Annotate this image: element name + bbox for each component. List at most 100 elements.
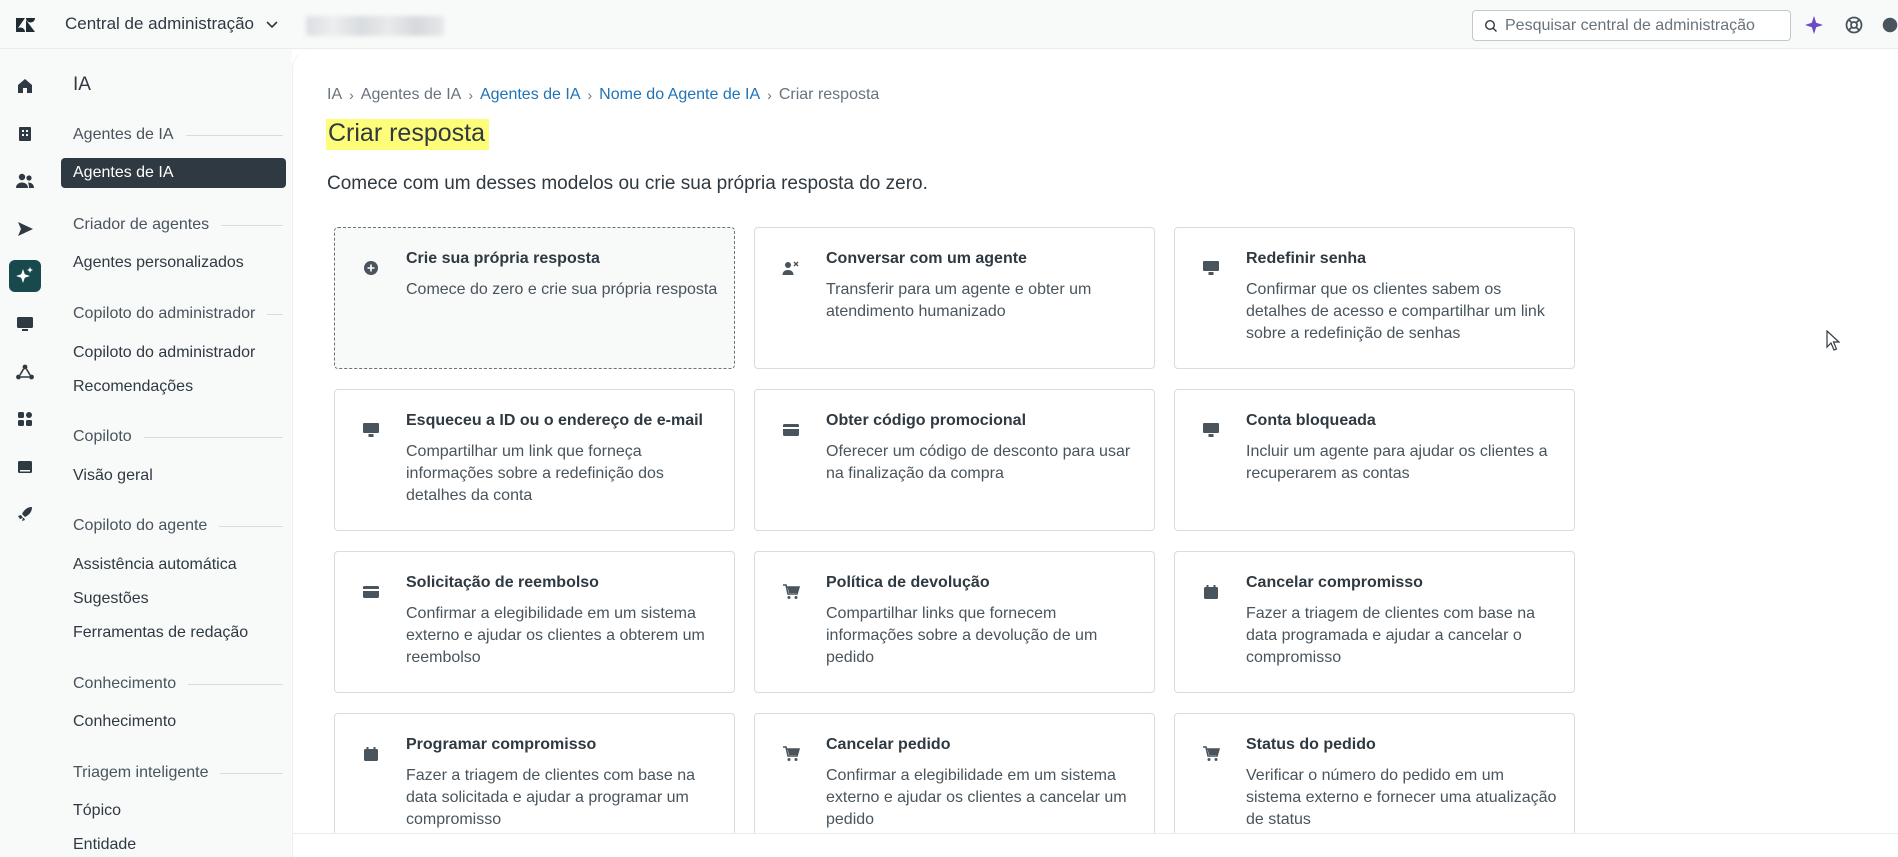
card-description: Oferecer um código de desconto para usar… bbox=[826, 443, 1131, 482]
search-input[interactable] bbox=[1505, 16, 1775, 35]
mouse-cursor-icon bbox=[1826, 330, 1840, 351]
cart-icon bbox=[782, 745, 800, 763]
card-description: Compartilhar links que fornecem informaç… bbox=[826, 605, 1098, 666]
profile-icon[interactable] bbox=[1882, 14, 1898, 36]
building-icon bbox=[19, 127, 31, 141]
breadcrumb-current: Criar resposta bbox=[778, 86, 880, 103]
ai-sparkle-icon bbox=[16, 267, 33, 283]
agent-transfer-icon bbox=[782, 259, 800, 277]
server-icon bbox=[18, 461, 32, 473]
card-description: Fazer a triagem de clientes com base na … bbox=[1246, 605, 1536, 666]
apps-icon bbox=[18, 412, 32, 426]
template-card-refund-request[interactable]: Solicitação de reembolso Confirmar a ele… bbox=[334, 551, 735, 693]
card-title: Status do pedido bbox=[1246, 736, 1376, 753]
page-subtitle: Comece com um desses modelos ou crie sua… bbox=[327, 173, 928, 194]
sparkle-icon[interactable] bbox=[1803, 14, 1825, 36]
breadcrumb-ia[interactable]: IA bbox=[327, 86, 342, 104]
card-description: Confirmar que os clientes sabem os detal… bbox=[1246, 281, 1545, 342]
monitor-icon bbox=[17, 317, 33, 331]
nav-section-ai-agents: Agentes de IA bbox=[73, 126, 283, 144]
chevron-right-icon: › bbox=[587, 87, 593, 103]
nav-item-auto-assist[interactable]: Assistência automática bbox=[73, 556, 237, 574]
monitor-icon bbox=[1202, 259, 1220, 277]
home-icon bbox=[18, 79, 32, 93]
nav-item-recommendations[interactable]: Recomendações bbox=[73, 378, 193, 396]
chevron-right-icon: › bbox=[468, 87, 473, 103]
triangle-arrows-icon bbox=[16, 364, 34, 380]
template-card-promo-code[interactable]: Obter código promocional Oferecer um cód… bbox=[754, 389, 1155, 531]
template-card-cancel-appointment[interactable]: Cancelar compromisso Fazer a triagem de … bbox=[1174, 551, 1575, 693]
card-title: Programar compromisso bbox=[406, 736, 597, 753]
chevron-right-icon: › bbox=[349, 87, 354, 103]
nav-section-copilot: Copiloto bbox=[73, 428, 283, 446]
card-description: Confirmar a elegibilidade em um sistema … bbox=[826, 767, 1127, 828]
rail-organization[interactable] bbox=[9, 118, 41, 150]
breadcrumb-agent-name[interactable]: Nome do Agente de IA bbox=[599, 86, 760, 104]
rail-workspaces[interactable] bbox=[9, 308, 41, 340]
calendar-icon bbox=[362, 745, 380, 763]
nav-section-agent-builder: Criador de agentes bbox=[73, 216, 283, 234]
product-name: Central de administração bbox=[65, 14, 254, 33]
nav-item-custom-agents[interactable]: Agentes personalizados bbox=[73, 254, 244, 272]
card-description: Transferir para um agente e obter um ate… bbox=[826, 281, 1092, 320]
card-title: Política de devolução bbox=[826, 574, 990, 591]
nav-item-writing-tools[interactable]: Ferramentas de redação bbox=[73, 624, 248, 642]
rail-people[interactable] bbox=[9, 165, 41, 197]
monitor-icon bbox=[362, 421, 380, 439]
nav-item-suggestions[interactable]: Sugestões bbox=[73, 590, 149, 608]
rail-apps[interactable] bbox=[9, 403, 41, 435]
calendar-icon bbox=[1202, 583, 1220, 601]
template-card-talk-to-agent[interactable]: Conversar com um agente Transferir para … bbox=[754, 227, 1155, 369]
template-card-return-policy[interactable]: Política de devolução Compartilhar links… bbox=[754, 551, 1155, 693]
template-card-forgot-id[interactable]: Esqueceu a ID ou o endereço de e-mail Co… bbox=[334, 389, 735, 531]
card-description: Confirmar a elegibilidade em um sistema … bbox=[406, 605, 705, 666]
left-rail bbox=[0, 49, 52, 857]
nav-item-overview[interactable]: Visão geral bbox=[73, 467, 153, 485]
card-title: Esqueceu a ID ou o endereço de e-mail bbox=[406, 412, 703, 429]
nav-item-topic[interactable]: Tópico bbox=[73, 802, 121, 820]
rail-account[interactable] bbox=[9, 451, 41, 483]
card-title: Solicitação de reembolso bbox=[406, 574, 599, 591]
card-description: Verificar o número do pedido em um siste… bbox=[1246, 767, 1557, 828]
zendesk-logo-icon[interactable] bbox=[14, 14, 36, 36]
nav-item-admin-copilot[interactable]: Copiloto do administrador bbox=[73, 344, 255, 362]
product-switcher[interactable]: Central de administração bbox=[65, 14, 280, 34]
search-icon bbox=[1484, 19, 1497, 32]
card-title: Crie sua própria resposta bbox=[406, 250, 600, 267]
breadcrumb: IA › Agentes de IA › Agentes de IA › Nom… bbox=[327, 86, 879, 104]
card-title: Conversar com um agente bbox=[826, 250, 1027, 267]
rail-channels[interactable] bbox=[9, 213, 41, 245]
rail-ai[interactable] bbox=[9, 260, 41, 292]
chevron-down-icon bbox=[266, 21, 278, 29]
card-description: Fazer a triagem de clientes com base na … bbox=[406, 767, 696, 828]
breadcrumb-ai-agents-root[interactable]: Agentes de IA bbox=[361, 86, 462, 104]
template-card-reset-password[interactable]: Redefinir senha Confirmar que os cliente… bbox=[1174, 227, 1575, 369]
main-content: IA › Agentes de IA › Agentes de IA › Nom… bbox=[292, 49, 1898, 857]
card-title: Cancelar compromisso bbox=[1246, 574, 1423, 591]
rail-home[interactable] bbox=[9, 70, 41, 102]
help-icon[interactable] bbox=[1843, 14, 1865, 36]
send-icon bbox=[18, 222, 33, 236]
nav-item-ai-agents[interactable]: Agentes de IA bbox=[61, 158, 286, 188]
nav-section-knowledge: Conhecimento bbox=[73, 675, 283, 693]
breadcrumb-ai-agents[interactable]: Agentes de IA bbox=[480, 86, 581, 104]
card-description: Compartilhar um link que forneça informa… bbox=[406, 443, 664, 504]
template-card-create-own[interactable]: Crie sua própria resposta Comece do zero… bbox=[334, 227, 735, 369]
people-icon bbox=[16, 173, 34, 188]
credit-card-icon bbox=[362, 583, 380, 601]
cart-icon bbox=[1202, 745, 1220, 763]
search-box[interactable] bbox=[1472, 10, 1791, 41]
plus-circle-icon bbox=[362, 259, 380, 277]
cart-icon bbox=[782, 583, 800, 601]
rail-deploy[interactable] bbox=[9, 498, 41, 530]
nav-section-intelligent-triage: Triagem inteligente bbox=[73, 764, 283, 782]
nav-title: IA bbox=[73, 74, 91, 95]
rail-objects-rules[interactable] bbox=[9, 356, 41, 388]
chevron-right-icon: › bbox=[767, 87, 772, 103]
template-card-account-locked[interactable]: Conta bloqueada Incluir um agente para a… bbox=[1174, 389, 1575, 531]
nav-item-knowledge[interactable]: Conhecimento bbox=[73, 713, 176, 731]
nav-item-entity[interactable]: Entidade bbox=[73, 836, 136, 854]
secondary-nav: IA Agentes de IA Agentes de IA Criador d… bbox=[52, 49, 292, 857]
card-description: Incluir um agente para ajudar os cliente… bbox=[1246, 443, 1548, 482]
card-title: Conta bloqueada bbox=[1246, 412, 1376, 429]
